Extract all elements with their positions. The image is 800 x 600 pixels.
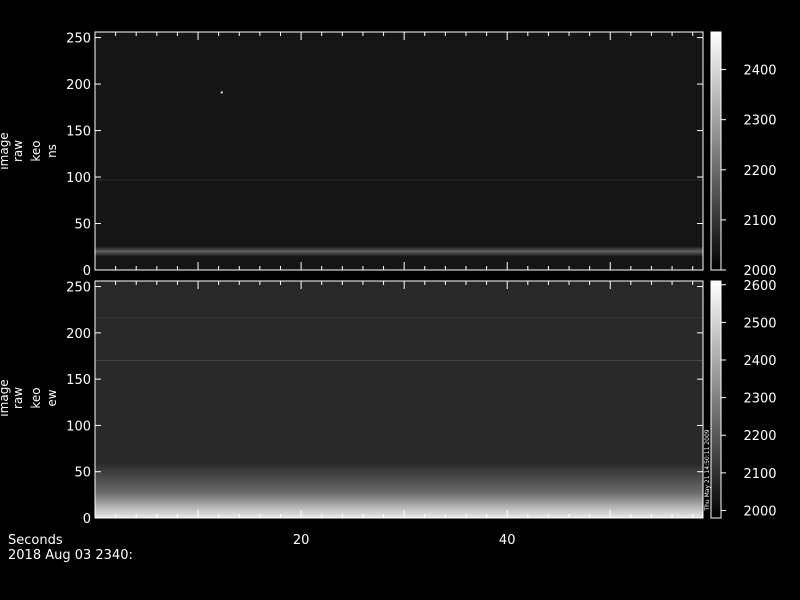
panel-ew-colorbar xyxy=(710,280,722,519)
panel-ew: 0 50 100 150 200 250 image raw keo ew 2000 210… xyxy=(0,279,777,527)
colorbar-tick-label: 2000 xyxy=(743,504,776,519)
y-tick-label: 100 xyxy=(66,419,91,434)
panel-ns-ylabel-line: image xyxy=(0,132,11,169)
y-tick-label: 50 xyxy=(74,218,91,233)
colorbar-tick-label: 2500 xyxy=(743,316,776,331)
y-tick-label: 250 xyxy=(66,281,91,296)
y-tick-label: 200 xyxy=(66,327,91,342)
date-label: 2018 Aug 03 2340: xyxy=(8,548,133,563)
panel-ns-ylabel-line: keo xyxy=(29,140,43,161)
colorbar-tick-label: 2200 xyxy=(743,164,776,179)
x-tick-label: 20 xyxy=(293,533,310,548)
colorbar-tick-label: 2200 xyxy=(743,429,776,444)
bright-pixel xyxy=(220,91,223,94)
y-tick-label: 50 xyxy=(74,466,91,481)
x-tick-label: 40 xyxy=(499,533,516,548)
y-tick-label: 150 xyxy=(66,373,91,388)
y-tick-label: 200 xyxy=(66,78,91,93)
panel-ns-heatmap xyxy=(95,32,703,270)
keogram-figure: 050100150200250 image raw keo ns 2000210… xyxy=(0,31,777,563)
colorbar-tick-label: 2100 xyxy=(743,467,776,482)
colorbar-tick-label: 2000 xyxy=(743,264,776,279)
colorbar-tick-label: 2300 xyxy=(743,392,776,407)
x-axis-title: Seconds xyxy=(8,533,63,548)
panel-ew-ylabel: image raw keo ew xyxy=(0,379,59,416)
colorbar-tick-label: 2400 xyxy=(743,64,776,79)
colorbar-note: Thu May 21 14:50:11 2009 xyxy=(704,429,711,511)
colorbar-tick-label: 2600 xyxy=(743,279,776,294)
panel-ew-ylabel-line: raw xyxy=(11,387,25,409)
colorbar-tick-label: 2400 xyxy=(743,354,776,369)
bright-bottom-region xyxy=(95,462,703,518)
y-tick-label: 150 xyxy=(66,125,91,140)
panel-ns-ylabel-line: ns xyxy=(45,144,59,158)
y-tick-label: 0 xyxy=(83,264,91,279)
x-axis-tick-labels: 20 40 xyxy=(293,533,516,548)
bright-band xyxy=(95,246,703,257)
panel-ns-ylabel-line: raw xyxy=(11,140,25,162)
panel-ew-ylabel-line: ew xyxy=(45,389,59,406)
colorbar-tick-label: 2300 xyxy=(743,114,776,129)
panel-ns-colorbar-ticks: 2000 2100 2200 2300 2400 xyxy=(721,64,777,279)
panel-ns-colorbar xyxy=(710,31,722,271)
y-tick-label: 100 xyxy=(66,171,91,186)
panel-ew-ylabel-line: keo xyxy=(29,387,43,408)
panel-ew-ylabel-line: image xyxy=(0,379,11,416)
colorbar-tick-label: 2100 xyxy=(743,214,776,229)
y-tick-label: 250 xyxy=(66,32,91,47)
panel-ew-colorbar-ticks: 2000 2100 2200 2300 2400 2500 2600 xyxy=(721,279,777,519)
y-tick-label: 0 xyxy=(83,512,91,527)
panel-ns: 0 50 100 150 200 250 image raw keo ns 2000 210… xyxy=(0,31,777,279)
panel-ns-ylabel: image raw keo ns xyxy=(0,132,59,169)
